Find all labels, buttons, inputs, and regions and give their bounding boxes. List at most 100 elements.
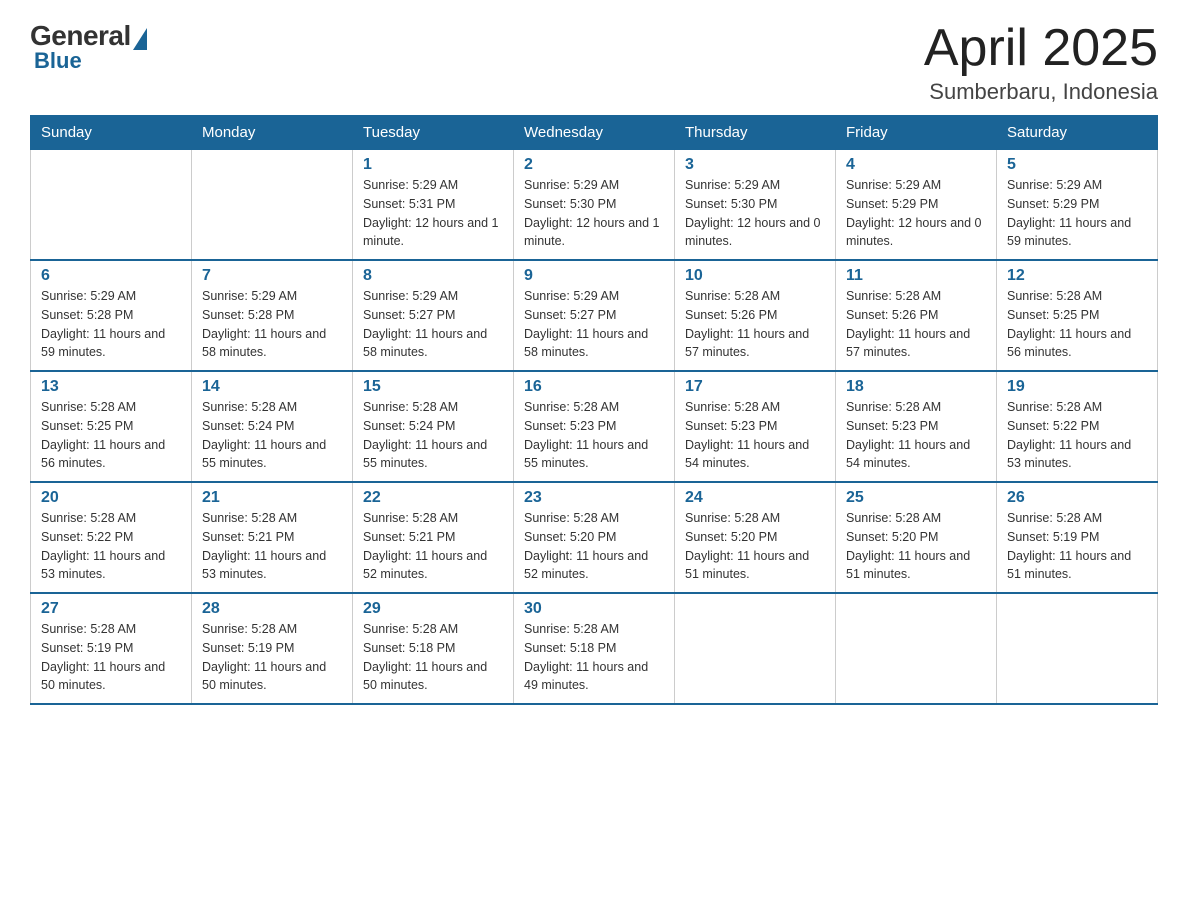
day-info: Sunrise: 5:28 AMSunset: 5:26 PMDaylight:… <box>685 287 825 362</box>
day-info: Sunrise: 5:28 AMSunset: 5:23 PMDaylight:… <box>685 398 825 473</box>
calendar-cell: 14Sunrise: 5:28 AMSunset: 5:24 PMDayligh… <box>192 371 353 482</box>
day-info: Sunrise: 5:28 AMSunset: 5:19 PMDaylight:… <box>41 620 181 695</box>
day-number: 29 <box>363 600 503 618</box>
day-number: 27 <box>41 600 181 618</box>
calendar-cell: 22 Sunrise: 5:28 AMSunset: 5:21 PMDayligh… <box>353 482 514 593</box>
day-number: 28 <box>202 600 342 618</box>
day-number: 25 <box>846 489 986 507</box>
calendar-week-row: 1 Sunrise: 5:29 AMSunset: 5:31 PMDaylight… <box>31 150 1158 261</box>
calendar-week-row: 27 Sunrise: 5:28 AMSunset: 5:19 PMDayligh… <box>31 593 1158 704</box>
calendar-week-row: 20 Sunrise: 5:28 AMSunset: 5:22 PMDayligh… <box>31 482 1158 593</box>
day-info: Sunrise: 5:28 AMSunset: 5:22 PMDaylight:… <box>41 509 181 584</box>
calendar-header-monday: Monday <box>192 116 353 150</box>
day-info: Sunrise: 5:28 AMSunset: 5:25 PMDaylight:… <box>1007 287 1147 362</box>
logo: General Blue <box>30 20 147 74</box>
day-info: Sunrise: 5:29 AMSunset: 5:30 PMDaylight:… <box>524 176 664 251</box>
day-info: Sunrise: 5:29 AMSunset: 5:28 PMDaylight:… <box>41 287 181 362</box>
calendar-cell: 9 Sunrise: 5:29 AMSunset: 5:27 PMDaylight… <box>514 260 675 371</box>
calendar-cell: 11Sunrise: 5:28 AMSunset: 5:26 PMDayligh… <box>836 260 997 371</box>
day-number: 22 <box>363 489 503 507</box>
calendar-header-tuesday: Tuesday <box>353 116 514 150</box>
day-number: 8 <box>363 267 503 285</box>
calendar-cell <box>192 150 353 261</box>
day-number: 6 <box>41 267 181 285</box>
calendar-cell: 20 Sunrise: 5:28 AMSunset: 5:22 PMDayligh… <box>31 482 192 593</box>
calendar-cell: 10 Sunrise: 5:28 AMSunset: 5:26 PMDayligh… <box>675 260 836 371</box>
location-text: Sumberbaru, Indonesia <box>924 79 1158 105</box>
calendar-cell: 23 Sunrise: 5:28 AMSunset: 5:20 PMDayligh… <box>514 482 675 593</box>
calendar-cell: 24 Sunrise: 5:28 AMSunset: 5:20 PMDayligh… <box>675 482 836 593</box>
day-number: 11 <box>846 267 986 285</box>
calendar-week-row: 13 Sunrise: 5:28 AMSunset: 5:25 PMDayligh… <box>31 371 1158 482</box>
logo-triangle-icon <box>133 28 147 50</box>
day-info: Sunrise: 5:28 AMSunset: 5:23 PMDaylight:… <box>524 398 664 473</box>
day-number: 4 <box>846 156 986 174</box>
day-info: Sunrise: 5:28 AMSunset: 5:18 PMDaylight:… <box>363 620 503 695</box>
calendar-header-thursday: Thursday <box>675 116 836 150</box>
day-info: Sunrise: 5:29 AMSunset: 5:27 PMDaylight:… <box>524 287 664 362</box>
day-number: 21 <box>202 489 342 507</box>
page-header: General Blue April 2025 Sumberbaru, Indo… <box>30 20 1158 105</box>
day-number: 26 <box>1007 489 1147 507</box>
calendar-cell: 4 Sunrise: 5:29 AMSunset: 5:29 PMDaylight… <box>836 150 997 261</box>
day-info: Sunrise: 5:28 AMSunset: 5:19 PMDaylight:… <box>202 620 342 695</box>
calendar-header-sunday: Sunday <box>31 116 192 150</box>
day-info: Sunrise: 5:29 AMSunset: 5:29 PMDaylight:… <box>846 176 986 251</box>
calendar-header-row: SundayMondayTuesdayWednesdayThursdayFrid… <box>31 116 1158 150</box>
calendar-cell: 13 Sunrise: 5:28 AMSunset: 5:25 PMDayligh… <box>31 371 192 482</box>
day-info: Sunrise: 5:29 AMSunset: 5:27 PMDaylight:… <box>363 287 503 362</box>
day-info: Sunrise: 5:28 AMSunset: 5:20 PMDaylight:… <box>685 509 825 584</box>
calendar-cell: 21Sunrise: 5:28 AMSunset: 5:21 PMDayligh… <box>192 482 353 593</box>
title-section: April 2025 Sumberbaru, Indonesia <box>924 20 1158 105</box>
day-info: Sunrise: 5:28 AMSunset: 5:18 PMDaylight:… <box>524 620 664 695</box>
calendar-cell: 17 Sunrise: 5:28 AMSunset: 5:23 PMDayligh… <box>675 371 836 482</box>
calendar-cell: 5Sunrise: 5:29 AMSunset: 5:29 PMDaylight… <box>997 150 1158 261</box>
day-number: 10 <box>685 267 825 285</box>
calendar-cell <box>31 150 192 261</box>
calendar-cell: 28 Sunrise: 5:28 AMSunset: 5:19 PMDayligh… <box>192 593 353 704</box>
calendar-cell: 19 Sunrise: 5:28 AMSunset: 5:22 PMDayligh… <box>997 371 1158 482</box>
day-number: 19 <box>1007 378 1147 396</box>
day-info: Sunrise: 5:29 AMSunset: 5:29 PMDaylight:… <box>1007 176 1147 251</box>
calendar-week-row: 6 Sunrise: 5:29 AMSunset: 5:28 PMDaylight… <box>31 260 1158 371</box>
calendar-cell: 30 Sunrise: 5:28 AMSunset: 5:18 PMDayligh… <box>514 593 675 704</box>
day-number: 24 <box>685 489 825 507</box>
day-number: 13 <box>41 378 181 396</box>
calendar-cell: 2 Sunrise: 5:29 AMSunset: 5:30 PMDaylight… <box>514 150 675 261</box>
calendar-cell: 12 Sunrise: 5:28 AMSunset: 5:25 PMDayligh… <box>997 260 1158 371</box>
calendar-cell <box>997 593 1158 704</box>
logo-blue-text: Blue <box>34 48 82 74</box>
day-info: Sunrise: 5:29 AMSunset: 5:28 PMDaylight:… <box>202 287 342 362</box>
calendar-cell: 27 Sunrise: 5:28 AMSunset: 5:19 PMDayligh… <box>31 593 192 704</box>
calendar-cell: 7Sunrise: 5:29 AMSunset: 5:28 PMDaylight… <box>192 260 353 371</box>
calendar-cell: 15Sunrise: 5:28 AMSunset: 5:24 PMDayligh… <box>353 371 514 482</box>
calendar-header-saturday: Saturday <box>997 116 1158 150</box>
day-info: Sunrise: 5:28 AMSunset: 5:20 PMDaylight:… <box>524 509 664 584</box>
calendar-cell: 3 Sunrise: 5:29 AMSunset: 5:30 PMDaylight… <box>675 150 836 261</box>
calendar-cell: 6 Sunrise: 5:29 AMSunset: 5:28 PMDaylight… <box>31 260 192 371</box>
day-info: Sunrise: 5:29 AMSunset: 5:30 PMDaylight:… <box>685 176 825 251</box>
calendar-header-friday: Friday <box>836 116 997 150</box>
day-info: Sunrise: 5:28 AMSunset: 5:24 PMDaylight:… <box>202 398 342 473</box>
day-number: 20 <box>41 489 181 507</box>
day-info: Sunrise: 5:28 AMSunset: 5:24 PMDaylight:… <box>363 398 503 473</box>
calendar-cell: 25 Sunrise: 5:28 AMSunset: 5:20 PMDayligh… <box>836 482 997 593</box>
day-info: Sunrise: 5:29 AMSunset: 5:31 PMDaylight:… <box>363 176 503 251</box>
month-year-title: April 2025 <box>924 20 1158 77</box>
day-info: Sunrise: 5:28 AMSunset: 5:22 PMDaylight:… <box>1007 398 1147 473</box>
day-info: Sunrise: 5:28 AMSunset: 5:20 PMDaylight:… <box>846 509 986 584</box>
day-number: 23 <box>524 489 664 507</box>
day-number: 3 <box>685 156 825 174</box>
calendar-cell <box>675 593 836 704</box>
day-number: 9 <box>524 267 664 285</box>
day-number: 12 <box>1007 267 1147 285</box>
calendar-table: SundayMondayTuesdayWednesdayThursdayFrid… <box>30 115 1158 705</box>
day-info: Sunrise: 5:28 AMSunset: 5:25 PMDaylight:… <box>41 398 181 473</box>
day-number: 30 <box>524 600 664 618</box>
day-number: 17 <box>685 378 825 396</box>
calendar-cell: 18Sunrise: 5:28 AMSunset: 5:23 PMDayligh… <box>836 371 997 482</box>
day-number: 2 <box>524 156 664 174</box>
day-number: 1 <box>363 156 503 174</box>
calendar-cell: 29 Sunrise: 5:28 AMSunset: 5:18 PMDayligh… <box>353 593 514 704</box>
day-info: Sunrise: 5:28 AMSunset: 5:21 PMDaylight:… <box>363 509 503 584</box>
